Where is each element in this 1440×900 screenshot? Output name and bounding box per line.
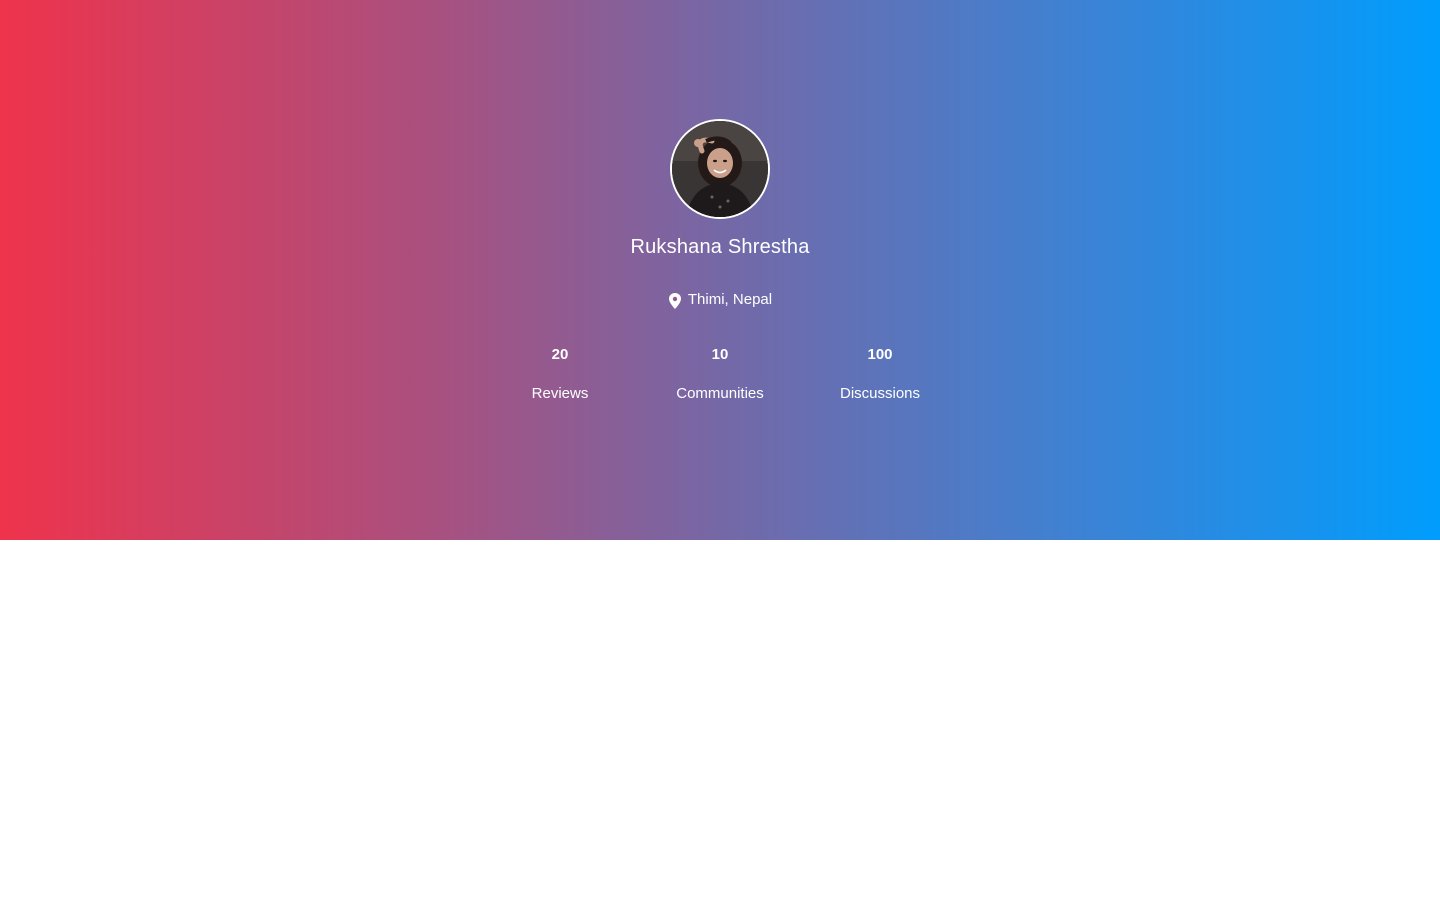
- stat-reviews[interactable]: 20 Reviews: [480, 344, 640, 405]
- stat-discussions[interactable]: 100 Discussions: [800, 344, 960, 405]
- map-pin-icon: [668, 293, 682, 309]
- profile-stats: 20 Reviews 10 Communities 100 Discussion…: [480, 344, 960, 414]
- stat-reviews-label: Reviews: [531, 385, 589, 402]
- stat-communities[interactable]: 10 Communities: [640, 344, 800, 405]
- stat-discussions-label: Discussions: [839, 385, 921, 402]
- location-text: Thimi, Nepal: [687, 291, 773, 308]
- avatar[interactable]: [670, 119, 770, 219]
- profile-name: Rukshana Shrestha: [630, 236, 810, 258]
- profile-location: Thimi, Nepal: [0, 289, 1440, 311]
- stat-discussions-value: 100: [867, 346, 893, 363]
- stat-reviews-value: 20: [551, 346, 569, 363]
- stat-communities-value: 10: [711, 346, 729, 363]
- profile-header: Rukshana Shrestha Thimi, Nepal 20 Review…: [0, 0, 1440, 540]
- stat-communities-label: Communities: [676, 385, 764, 402]
- avatar-photo: [672, 121, 768, 217]
